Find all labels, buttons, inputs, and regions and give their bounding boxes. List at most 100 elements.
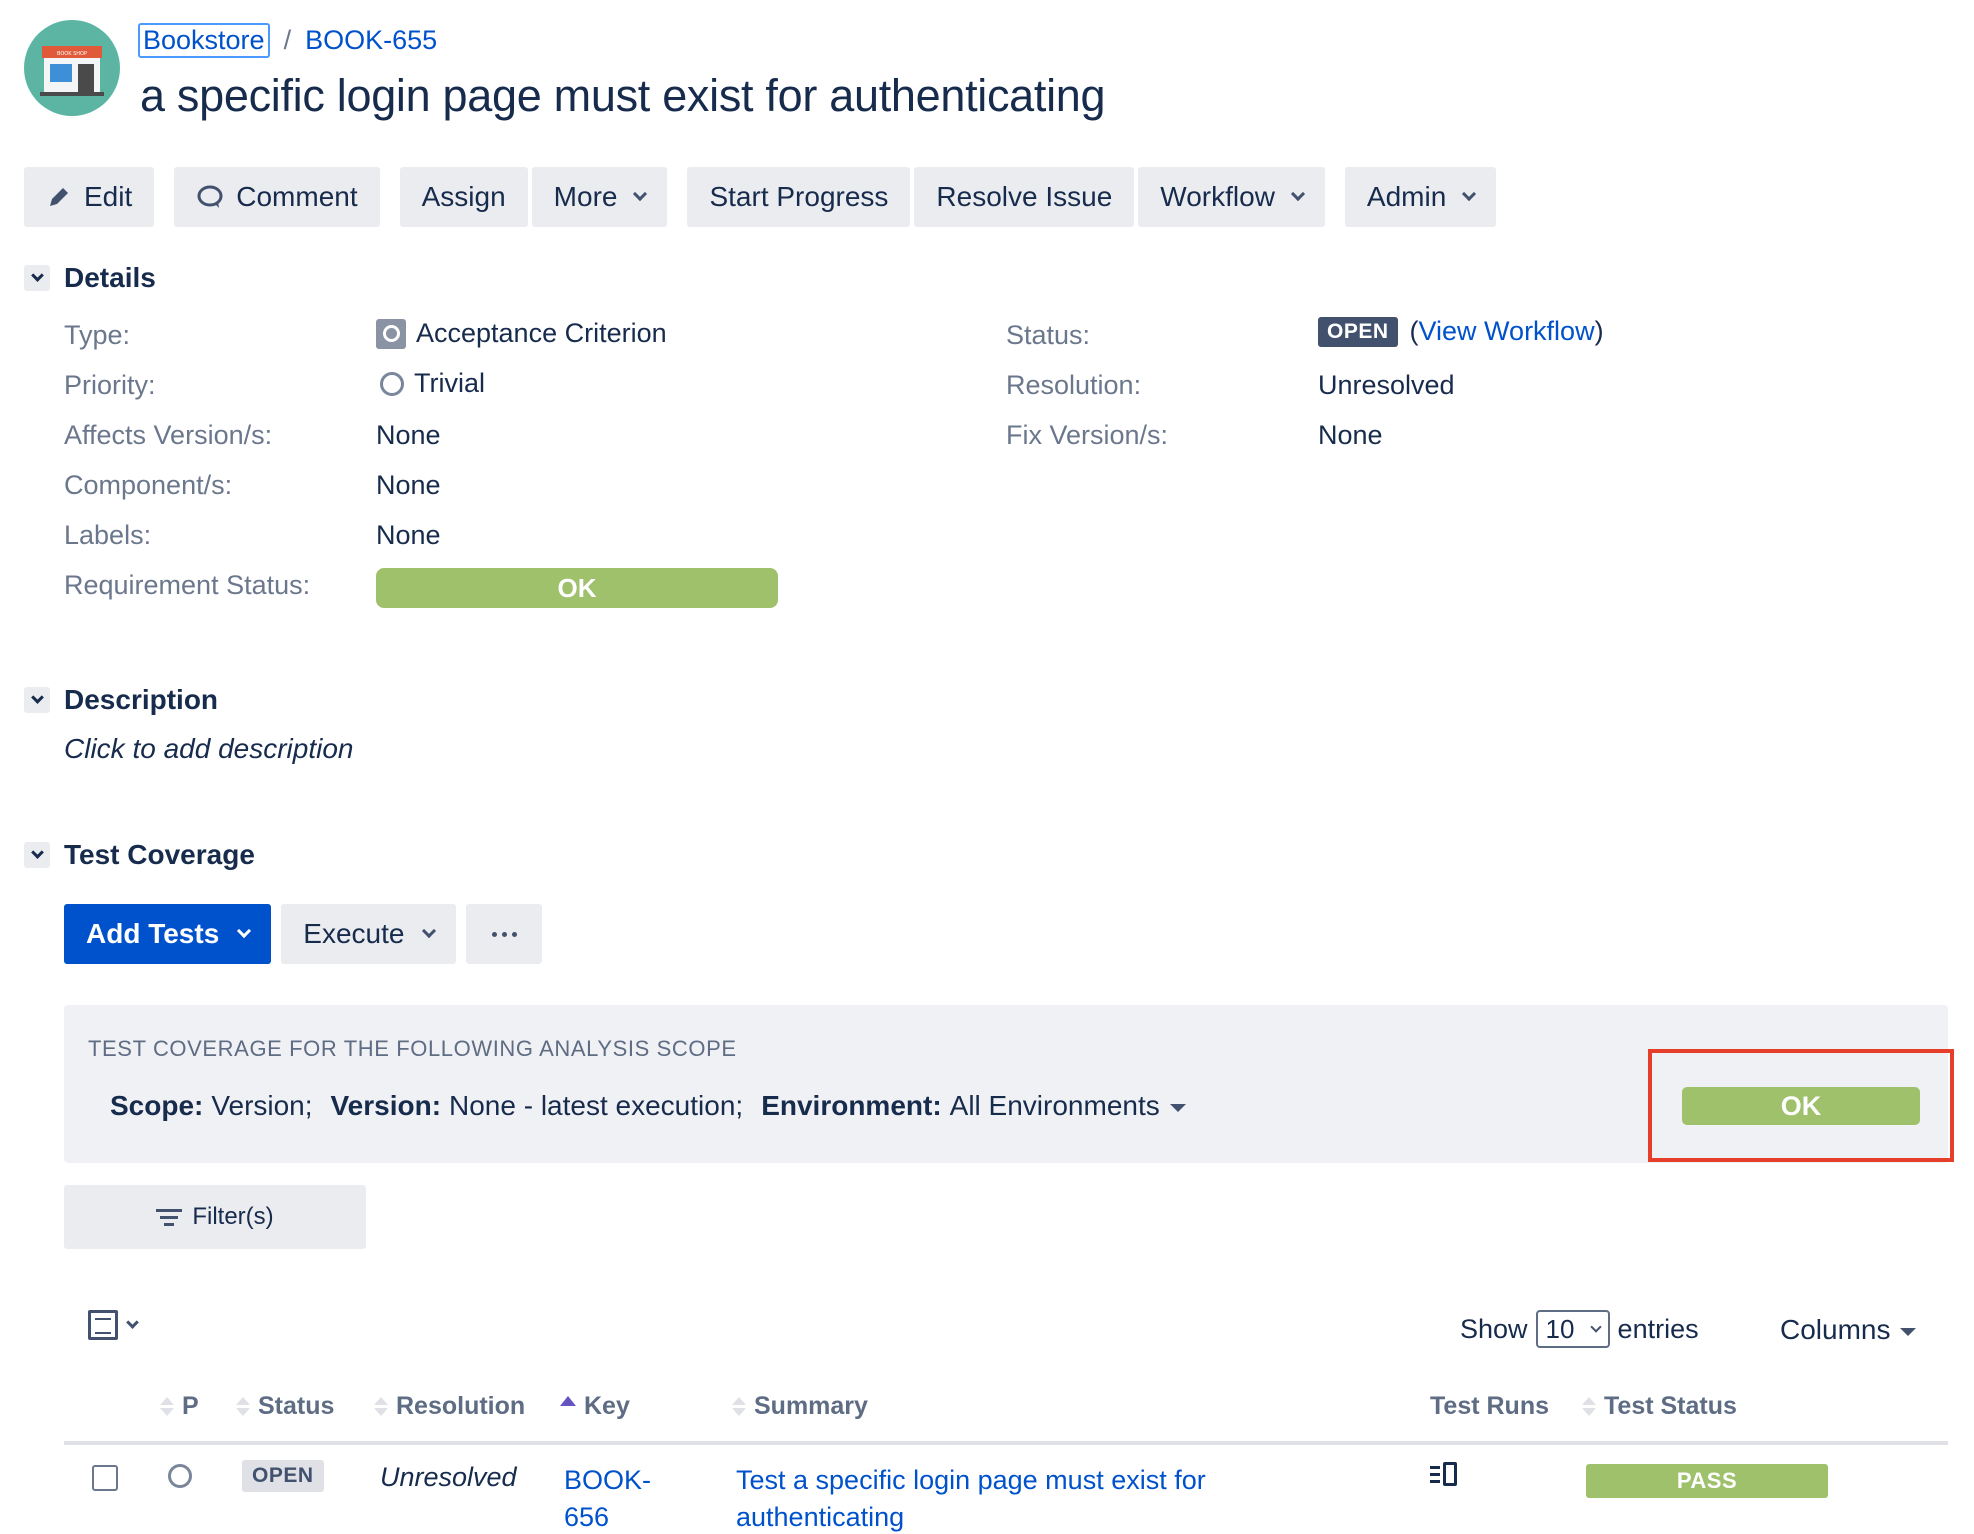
row-key-link[interactable]: BOOK-656 [564, 1462, 674, 1534]
collapse-toggle[interactable] [24, 265, 50, 291]
show-label: Show [1460, 1313, 1528, 1344]
entries-count: 10 [1545, 1313, 1575, 1344]
add-tests-button[interactable]: Add Tests [64, 904, 272, 964]
start-progress-button[interactable]: Start Progress [687, 167, 911, 227]
column-header-summary-label: Summary [754, 1392, 868, 1420]
breadcrumb: Bookstore / BOOK-655 [138, 22, 437, 58]
column-header-status[interactable]: Status [236, 1392, 334, 1421]
component-value: None [376, 470, 441, 500]
project-avatar[interactable]: BOOK SHOP [24, 20, 120, 116]
workflow-button-label: Workflow [1160, 181, 1275, 212]
chevron-down-icon [1462, 186, 1477, 202]
row-checkbox[interactable] [92, 1465, 118, 1491]
column-header-test-status[interactable]: Test Status [1582, 1392, 1737, 1421]
resolution-label: Resolution: [1006, 370, 1142, 400]
column-header-resolution-label: Resolution [396, 1392, 526, 1420]
details-section-header[interactable]: Details [24, 262, 156, 294]
caret-down-icon [1900, 1328, 1917, 1336]
view-workflow-paren-open: ( [1409, 316, 1419, 346]
priority-value: Trivial [380, 368, 485, 399]
breadcrumb-issue-link[interactable]: BOOK-655 [305, 25, 437, 56]
affects-version-label: Affects Version/s: [64, 420, 273, 450]
resolve-issue-button[interactable]: Resolve Issue [914, 167, 1135, 227]
type-label: Type: [64, 320, 131, 350]
test-runs-icon[interactable] [1430, 1462, 1457, 1486]
row-test-status-bar: PASS [1586, 1464, 1828, 1498]
description-heading: Description [64, 684, 219, 715]
type-value-text: Acceptance Criterion [416, 318, 667, 348]
columns-label: Columns [1780, 1314, 1891, 1345]
assign-button[interactable]: Assign [399, 167, 528, 227]
details-heading: Details [64, 262, 156, 293]
status-label: Status: [1006, 320, 1091, 350]
environment-label: Environment: [761, 1090, 942, 1121]
view-workflow-paren-close: ) [1594, 316, 1604, 346]
priority-trivial-icon [380, 371, 404, 396]
row-summary-link[interactable]: Test a specific login page must exist fo… [736, 1462, 1256, 1534]
chevron-down-icon [1589, 1320, 1602, 1333]
version-value: None - latest execution; [449, 1090, 744, 1121]
column-header-status-label: Status [258, 1392, 335, 1420]
component-label: Component/s: [64, 470, 233, 500]
bookshop-icon: BOOK SHOP [40, 46, 104, 96]
chevron-down-icon [30, 846, 44, 859]
page-title[interactable]: a specific login page must exist for aut… [140, 70, 1106, 122]
breadcrumb-project-link[interactable]: Bookstore [138, 22, 270, 58]
execute-button[interactable]: Execute [281, 904, 457, 964]
workflow-button[interactable]: Workflow [1138, 167, 1325, 227]
comment-button[interactable]: Comment [174, 167, 380, 227]
column-header-key-label: Key [584, 1392, 630, 1420]
type-value: Acceptance Criterion [376, 318, 667, 349]
column-header-summary[interactable]: Summary [732, 1392, 868, 1421]
sort-icon [236, 1397, 250, 1416]
admin-button[interactable]: Admin [1344, 167, 1497, 227]
priority-value-text: Trivial [414, 368, 485, 398]
environment-dropdown[interactable]: All Environments [950, 1090, 1186, 1122]
caret-down-icon [1169, 1104, 1186, 1112]
filters-label: Filter(s) [192, 1203, 274, 1230]
columns-button[interactable]: Columns [1780, 1314, 1917, 1346]
column-header-test-runs-label: Test Runs [1430, 1392, 1549, 1420]
analysis-scope-heading: TEST COVERAGE FOR THE FOLLOWING ANALYSIS… [88, 1036, 737, 1061]
requirement-status-label: Requirement Status: [64, 570, 311, 600]
filters-button[interactable]: Filter(s) [64, 1185, 366, 1249]
labels-value: None [376, 520, 441, 550]
description-section-header[interactable]: Description [24, 684, 218, 716]
version-label: Version: [330, 1090, 442, 1121]
more-actions-button[interactable] [466, 904, 543, 964]
issue-toolbar: Edit Comment Assign More Start Progress … [24, 167, 1497, 227]
assign-button-label: Assign [421, 181, 506, 212]
execute-label: Execute [303, 918, 405, 949]
column-header-p[interactable]: P [160, 1392, 199, 1421]
test-coverage-actions: Add Tests Execute [64, 904, 543, 964]
chevron-down-icon [1290, 186, 1305, 202]
collapse-toggle[interactable] [24, 687, 50, 713]
comment-icon [197, 185, 223, 208]
edit-button[interactable]: Edit [24, 167, 155, 227]
entries-select[interactable]: 10 [1535, 1310, 1610, 1348]
column-header-resolution[interactable]: Resolution [374, 1392, 525, 1421]
resolve-issue-label: Resolve Issue [936, 181, 1113, 212]
analysis-scope-line: Scope: Version; Version: None - latest e… [110, 1090, 1186, 1122]
view-workflow-link[interactable]: View Workflow [1419, 316, 1595, 347]
column-header-key[interactable]: Key [560, 1392, 630, 1421]
svg-text:BOOK SHOP: BOOK SHOP [57, 51, 87, 57]
acceptance-criterion-icon [376, 318, 406, 349]
chevron-down-icon [633, 186, 648, 202]
more-button-label: More [553, 181, 618, 212]
chevron-down-icon [30, 691, 44, 704]
sort-icon [732, 1397, 746, 1416]
row-status-lozenge: OPEN [242, 1460, 324, 1492]
affects-version-value: None [376, 420, 441, 450]
fix-version-value: None [1318, 420, 1383, 450]
chevron-down-icon [126, 1315, 139, 1329]
sort-icon [1582, 1397, 1596, 1416]
table-view-toggle[interactable] [88, 1310, 139, 1340]
more-button[interactable]: More [531, 167, 668, 227]
test-coverage-section-header[interactable]: Test Coverage [24, 839, 255, 871]
description-placeholder[interactable]: Click to add description [64, 733, 353, 765]
chevron-down-icon [422, 923, 437, 939]
sort-icon [160, 1397, 174, 1416]
requirement-status-bar: OK [376, 568, 778, 608]
collapse-toggle[interactable] [24, 842, 50, 868]
